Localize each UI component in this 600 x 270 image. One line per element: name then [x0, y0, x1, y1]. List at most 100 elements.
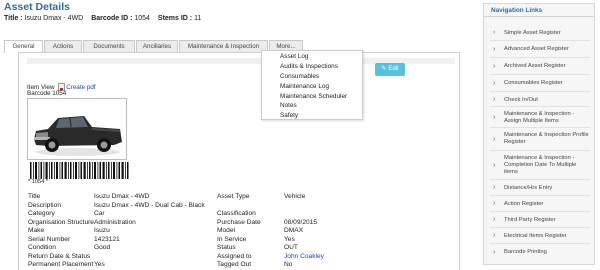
nav-item-distance-hrs-entry[interactable]: › Distance/Hrs Entry [490, 181, 590, 196]
detail-label: Status [217, 244, 236, 251]
nav-item-label: Simple Asset Register [504, 30, 561, 36]
title-value: Isuzu Dmax - 4WD [24, 15, 84, 22]
detail-label: In Service [217, 235, 247, 243]
detail-label: Asset Type [217, 193, 250, 200]
tab-actions[interactable]: Actions [44, 40, 82, 52]
asset-photo [27, 98, 127, 160]
page-title: Asset Details [4, 1, 70, 13]
create-pdf-link[interactable]: Create pdf [66, 84, 95, 91]
chevron-right-icon: › [493, 161, 496, 169]
detail-value: No [284, 261, 293, 268]
detail-value: OUT [284, 244, 298, 251]
more-dropdown-menu: Asset Log Audits & Inspections Consumabl… [261, 50, 363, 120]
nav-item-advanced-asset-register[interactable]: › Advanced Asset Register [490, 42, 590, 58]
barcode-id-value: 1054 [134, 15, 150, 22]
edit-button-label: Edit [388, 66, 399, 72]
title-label: Title : [4, 15, 23, 22]
detail-label: Title [28, 193, 41, 200]
detail-label: Category [28, 210, 55, 217]
navigation-links-heading: Navigation Links [484, 4, 594, 17]
nav-item-label: Maintenance & Inspection - Assign Multip… [504, 111, 575, 124]
nav-item-simple-asset-register[interactable]: › Simple Asset Register [490, 26, 590, 41]
chevron-right-icon: › [493, 184, 496, 191]
nav-item-maintenance-profile-register[interactable]: › Maintenance & Inspection Profile Regis… [490, 129, 590, 151]
nav-item-label: Consumables Register [504, 80, 563, 86]
chevron-right-icon: › [493, 79, 496, 87]
detail-label: Model [217, 227, 235, 234]
tab-ancillaries[interactable]: Ancillaries [136, 40, 178, 52]
asset-summary-line: Title : Isuzu Dmax - 4WD Barcode ID : 10… [4, 15, 201, 22]
detail-value: Yes [284, 235, 295, 243]
chevron-right-icon: › [493, 29, 496, 36]
nav-item-label: Advanced Asset Register [504, 46, 569, 52]
nav-item-label: Distance/Hrs Entry [504, 185, 553, 191]
nav-item-label: Barcode Printing [504, 249, 547, 255]
detail-value: Isuzu Dmax - 4WD - Dual Cab - Black [94, 201, 205, 209]
detail-value: Good [94, 244, 111, 251]
nav-item-maintenance-completion-date[interactable]: › Maintenance & Inspection - Completion … [490, 152, 590, 180]
stems-id-label: Stems ID : [157, 15, 193, 22]
stems-id-value: 11 [194, 15, 202, 22]
nav-item-label: Third Party Register [504, 217, 556, 223]
nav-item-label: Electrical Items Register [504, 233, 567, 239]
detail-value: Car [94, 210, 105, 217]
detail-value: DMAX [284, 227, 304, 234]
chevron-right-icon: › [493, 232, 496, 239]
nav-item-barcode-printing[interactable]: › Barcode Printing [490, 245, 590, 260]
detail-label: Condition [28, 244, 56, 251]
nav-item-archived-asset-register[interactable]: › Archived Asset Register [490, 59, 590, 75]
barcode-label: Barcode 1054 [27, 90, 67, 97]
truck-image [28, 99, 126, 159]
detail-label: Purchase Date [217, 218, 261, 226]
barcode-image [30, 162, 129, 179]
chevron-right-icon: › [493, 135, 496, 143]
detail-label: Tagged Out [217, 261, 252, 268]
nav-item-label: Maintenance & Inspection Profile Registe… [504, 132, 589, 145]
nav-item-consumables-register[interactable]: › Consumables Register [490, 76, 590, 92]
tab-bar: General Actions Documents Ancillaries Ma… [4, 40, 304, 53]
detail-value: 1423121 [94, 235, 120, 243]
detail-value: Isuzu [94, 227, 110, 234]
tab-documents[interactable]: Documents [83, 40, 135, 52]
nav-item-label: Maintenance & Inspection - Completion Da… [504, 155, 577, 175]
nav-item-label: Check In/Out [504, 97, 538, 103]
detail-label: Classification [217, 210, 256, 217]
menu-item-asset-log[interactable]: Asset Log [280, 53, 308, 60]
nav-item-maintenance-assign-multiple[interactable]: › Maintenance & Inspection - Assign Mult… [490, 108, 590, 128]
navigation-links-panel: Navigation Links › Simple Asset Register… [483, 3, 595, 265]
detail-label: Permanent Placement [28, 261, 94, 268]
menu-item-maintenance-log[interactable]: Maintenance Log [280, 83, 329, 90]
menu-item-maintenance-scheduler[interactable]: Maintenance Scheduler [280, 93, 347, 100]
tab-maintenance-inspection[interactable]: Maintenance & Inspection [179, 40, 268, 52]
assigned-to-link[interactable]: John Coakley [284, 253, 324, 260]
chevron-right-icon: › [493, 216, 496, 223]
detail-label: Assigned to [217, 252, 252, 260]
detail-label: Serial Number [28, 235, 71, 243]
detail-value: 08/09/2015 [284, 218, 318, 226]
detail-value: Administration [94, 218, 136, 226]
detail-label: Return Date & Status [28, 252, 91, 260]
menu-item-audits-inspections[interactable]: Audits & Inspections [280, 63, 338, 70]
chevron-right-icon: › [493, 113, 496, 121]
chevron-right-icon: › [493, 95, 496, 103]
detail-value: Yes [94, 261, 105, 268]
barcode-number: * 1054 * [28, 179, 48, 185]
nav-item-label: Action Register [504, 201, 544, 207]
detail-label: Organisation Structure [28, 218, 94, 226]
nav-item-electrical-items-register[interactable]: › Electrical Items Register [490, 229, 590, 244]
menu-item-notes[interactable]: Notes [280, 102, 297, 109]
nav-item-check-in-out[interactable]: › Check In/Out [490, 93, 590, 107]
nav-item-action-register[interactable]: › Action Register [490, 197, 590, 212]
nav-item-third-party-register[interactable]: › Third Party Register [490, 213, 590, 228]
detail-label: Description [28, 201, 61, 209]
nav-item-label: Archived Asset Register [504, 63, 566, 69]
menu-item-consumables[interactable]: Consumables [280, 73, 319, 80]
chevron-right-icon: › [493, 200, 496, 207]
detail-label: Make [28, 227, 45, 234]
detail-value: Vehicle [284, 193, 306, 200]
detail-value: Isuzu Dmax - 4WD [94, 193, 150, 200]
edit-button[interactable]: ✎ Edit [375, 63, 405, 76]
chevron-right-icon: › [493, 45, 496, 53]
menu-item-safety[interactable]: Safety [280, 112, 298, 119]
chevron-right-icon: › [493, 248, 496, 256]
